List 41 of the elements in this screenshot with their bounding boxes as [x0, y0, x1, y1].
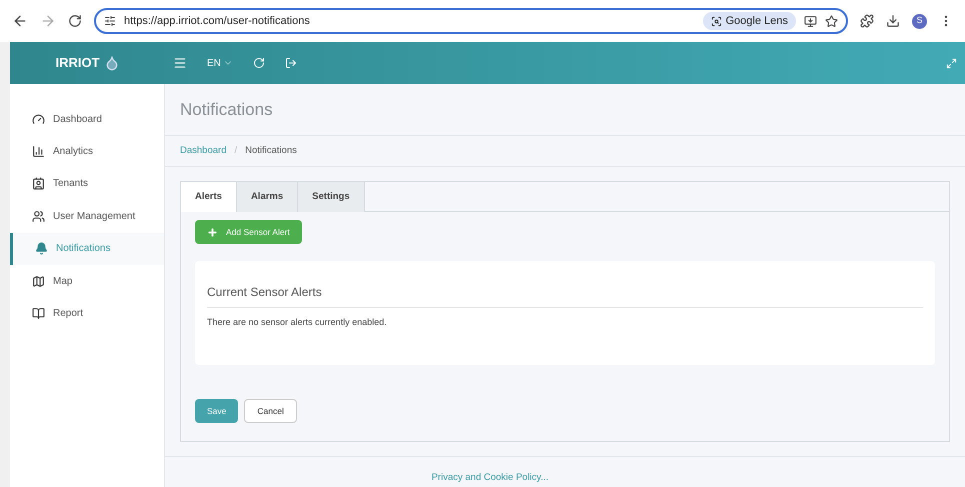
users-icon: [32, 210, 45, 223]
extensions-icon[interactable]: [860, 14, 874, 28]
sidebar-item[interactable]: Report: [10, 297, 164, 330]
gauge-icon: [32, 112, 45, 126]
back-icon[interactable]: [12, 13, 28, 29]
sidebar-item[interactable]: Tenants: [10, 168, 164, 200]
profile-avatar[interactable]: S: [912, 14, 927, 28]
fullscreen-icon[interactable]: [946, 58, 957, 68]
cancel-button[interactable]: Cancel: [244, 399, 297, 423]
drop-icon: [104, 55, 120, 71]
tab[interactable]: Alerts: [181, 182, 237, 212]
map-icon: [32, 274, 45, 288]
sidebar-item[interactable]: Analytics: [10, 135, 164, 168]
lens-button[interactable]: Google Lens: [702, 12, 796, 30]
reload-icon[interactable]: [68, 14, 82, 28]
sidebar-item[interactable]: User Management: [10, 200, 164, 233]
bookmark-icon[interactable]: [825, 14, 838, 28]
bell-icon: [35, 242, 48, 256]
card-title: Current Sensor Alerts: [207, 283, 923, 308]
install-icon[interactable]: [804, 14, 817, 28]
plus-icon: [207, 226, 218, 238]
site-settings-icon[interactable]: [104, 15, 116, 27]
lens-icon: [710, 16, 722, 26]
empty-message: There are no sensor alerts currently enabled.: [207, 316, 388, 329]
bar-chart-icon: [32, 145, 45, 158]
book-icon: [32, 307, 45, 320]
contact-card-icon: [32, 177, 45, 190]
url-text: https://app.irriot.com/user-notifications: [124, 14, 311, 29]
refresh-icon[interactable]: [252, 57, 265, 69]
logo-text: IRRIOT: [55, 54, 100, 72]
address-bar[interactable]: https://app.irriot.com/user-notifications Google Lens: [94, 8, 848, 34]
breadcrumb-separator: /: [234, 144, 238, 158]
tab[interactable]: Settings: [298, 182, 365, 212]
sidebar-item[interactable]: Dashboard: [10, 103, 164, 136]
download-icon[interactable]: [886, 14, 900, 28]
logout-icon[interactable]: [284, 57, 297, 69]
breadcrumb-current: Notifications: [245, 144, 297, 158]
sidebar-item[interactable]: Map: [10, 264, 164, 298]
tab[interactable]: Alarms: [236, 182, 298, 212]
page-title: Notifications: [180, 98, 273, 121]
language-dropdown[interactable]: EN: [207, 56, 233, 70]
